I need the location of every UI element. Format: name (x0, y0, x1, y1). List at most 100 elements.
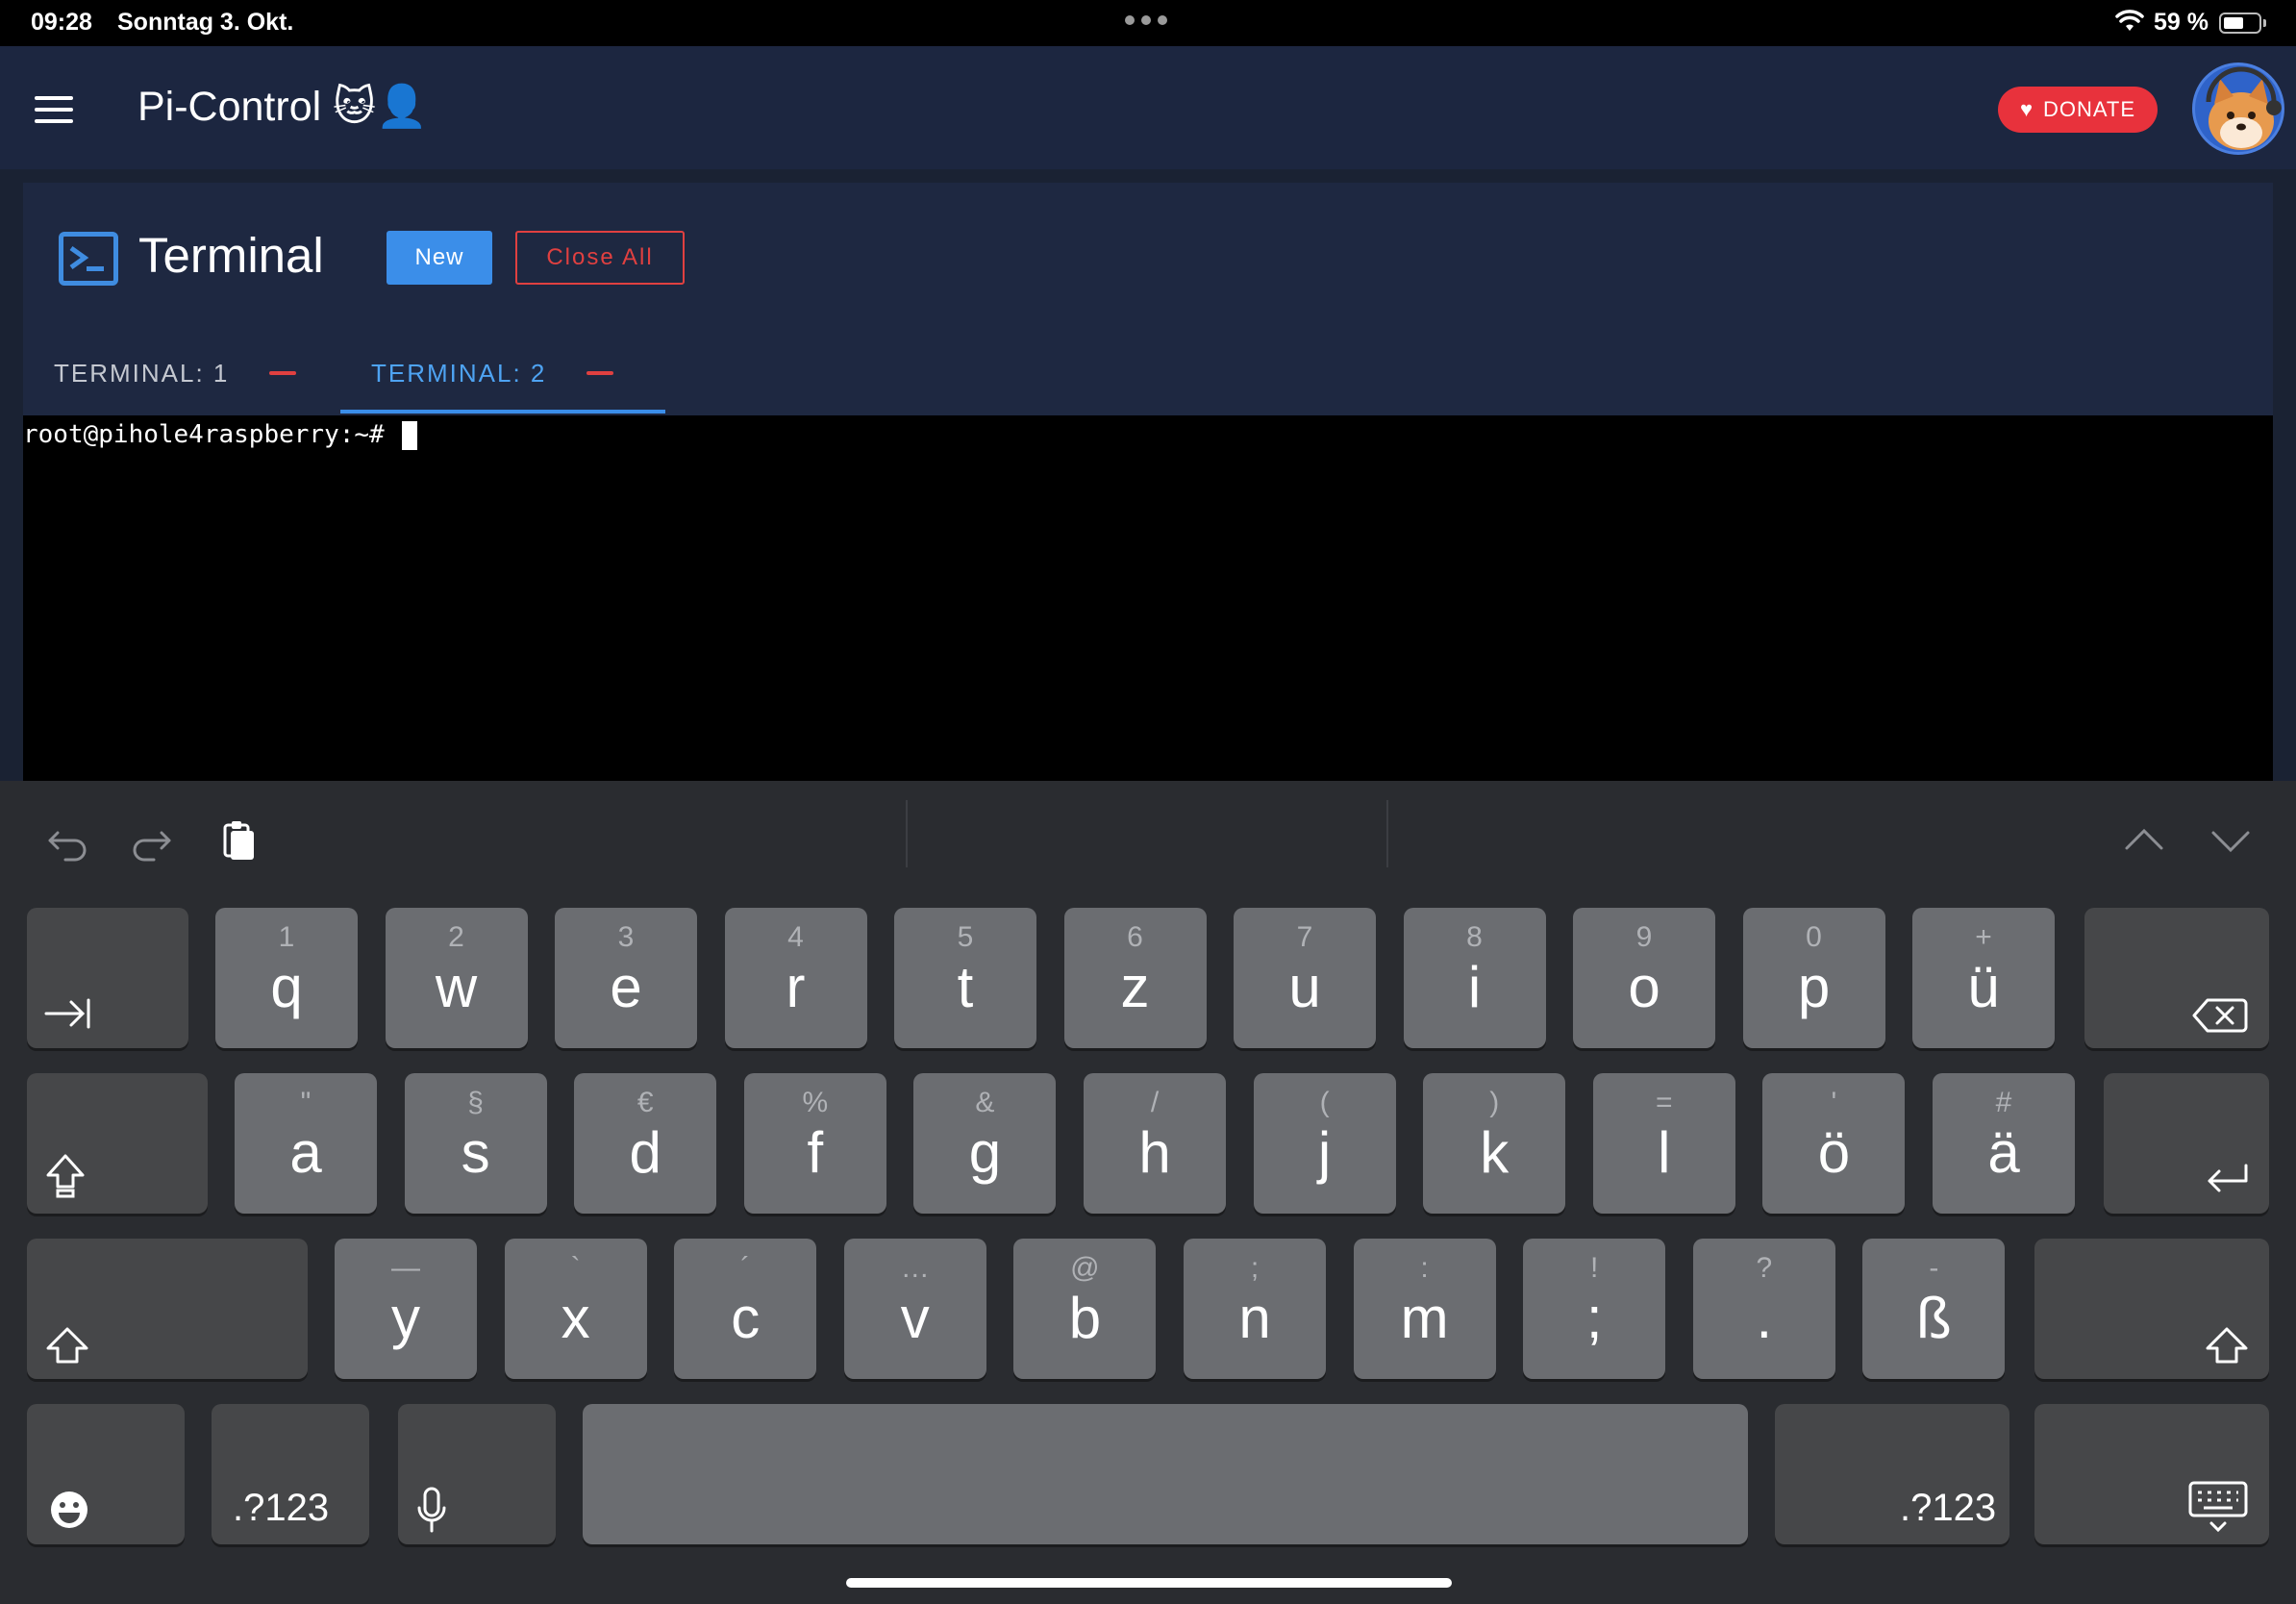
microphone-icon (417, 1487, 446, 1533)
status-time: 09:28 (31, 9, 92, 36)
multitasking-dots-icon[interactable] (1125, 15, 1167, 25)
key-row2-7[interactable]: ) k (1423, 1073, 1566, 1214)
key-secondary-label: 1 (278, 921, 295, 953)
key-row1-7[interactable]: 8i (1403, 908, 1546, 1048)
key-row3-7[interactable]: !; (1523, 1239, 1666, 1379)
key-row1-2[interactable]: 3e (555, 908, 697, 1048)
key-label: ö (1817, 1120, 1851, 1185)
numbers-key-left[interactable]: .?123 (212, 1404, 369, 1544)
key-row2-5[interactable]: / h (1084, 1073, 1226, 1214)
new-terminal-button[interactable]: New (387, 231, 492, 285)
key-label: ü (1967, 955, 2000, 1019)
key-row3-6[interactable]: :m (1353, 1239, 1496, 1379)
numbers-key-right[interactable]: .?123 (1775, 1404, 2009, 1544)
keyboard-dismiss-icon (2188, 1481, 2248, 1533)
key-row3-9[interactable]: -ß (1862, 1239, 2006, 1379)
paste-icon[interactable] (215, 817, 262, 864)
tab-label: TERMINAL: 2 (371, 358, 547, 388)
space-key[interactable] (583, 1404, 1748, 1544)
key-secondary-label: @ (1070, 1252, 1100, 1284)
key-row2-8[interactable]: = l (1592, 1073, 1735, 1214)
key-row2-6[interactable]: (j (1253, 1073, 1396, 1214)
on-screen-keyboard: 1 q 2 w 3 e 4 r 5 t 6 z 7 u 8 i 9 o 0 p + ü " a § s € d% f & g / h(j) k =… (0, 781, 2296, 1604)
key-label: l (1658, 1120, 1671, 1185)
key-row3-8[interactable]: ?. (1692, 1239, 1835, 1379)
numbers-label: .?123 (233, 1487, 330, 1529)
key-label: ß (1916, 1286, 1952, 1350)
shiba-avatar-icon (2206, 66, 2282, 150)
key-row3-0[interactable]: — y (335, 1239, 477, 1379)
key-row1-0[interactable]: 1q (215, 908, 358, 1048)
hamburger-menu-icon[interactable] (35, 96, 73, 123)
donate-button[interactable]: ♥ DONATE (1998, 87, 2158, 133)
redo-icon[interactable] (129, 817, 175, 864)
terminal-prompt: root@pihole4raspberry:~# (23, 420, 385, 449)
key-row1-10[interactable]: + ü (1912, 908, 2055, 1048)
tab-key[interactable] (27, 908, 188, 1048)
avatar[interactable] (2192, 63, 2284, 155)
chevron-down-icon[interactable] (2208, 817, 2254, 864)
caps-lock-key[interactable] (27, 1073, 208, 1214)
key-row1-9[interactable]: 0p (1742, 908, 1885, 1048)
key-secondary-label: - (1929, 1252, 1939, 1284)
terminal-output[interactable]: root@pihole4raspberry:~# (23, 415, 2273, 781)
dictation-key[interactable] (398, 1404, 556, 1544)
key-row3-3[interactable]: … v (843, 1239, 986, 1379)
donate-label: DONATE (2043, 97, 2136, 121)
key-row2-2[interactable]: € d (574, 1073, 717, 1214)
key-secondary-label: 5 (957, 921, 974, 953)
tab-terminal-2[interactable]: TERMINAL: 2 (371, 346, 614, 400)
shift-key-right[interactable] (2034, 1239, 2269, 1379)
key-secondary-label: ; (1250, 1252, 1260, 1284)
chevron-up-icon[interactable] (2121, 817, 2167, 864)
key-row2-3[interactable]: % f (743, 1073, 886, 1214)
key-secondary-label: + (1975, 921, 1992, 953)
key-row2-9[interactable]: ' ö (1762, 1073, 1906, 1214)
key-row1-4[interactable]: 5t (894, 908, 1036, 1048)
key-label: x (561, 1286, 590, 1350)
key-label: i (1467, 955, 1482, 1019)
key-secondary-label: 4 (787, 921, 804, 953)
key-row1-5[interactable]: 6z (1063, 908, 1207, 1048)
key-label: ä (1987, 1120, 2020, 1185)
key-label: r (786, 955, 806, 1019)
key-row1-6[interactable]: 7u (1234, 908, 1376, 1048)
key-secondary-label: ( (1319, 1087, 1330, 1118)
key-secondary-label: " (300, 1087, 312, 1118)
close-all-button[interactable]: Close All (515, 231, 685, 285)
key-row2-4[interactable]: & g (913, 1073, 1057, 1214)
return-key[interactable] (2104, 1073, 2269, 1214)
emoji-key[interactable] (27, 1404, 185, 1544)
key-row2-0[interactable]: " a (235, 1073, 377, 1214)
key-secondary-label: 7 (1296, 921, 1313, 953)
home-indicator[interactable] (846, 1578, 1452, 1588)
key-label: e (610, 955, 642, 1019)
key-row3-4[interactable]: @ b (1013, 1239, 1157, 1379)
key-secondary-label: § (467, 1087, 484, 1118)
key-row1-8[interactable]: 9o (1573, 908, 1715, 1048)
key-secondary-label: / (1150, 1087, 1160, 1118)
dismiss-keyboard-key[interactable] (2034, 1404, 2269, 1544)
shift-key-left[interactable] (27, 1239, 308, 1379)
terminal-line: root@pihole4raspberry:~# (23, 415, 417, 454)
key-label: o (1628, 955, 1660, 1019)
key-row1-3[interactable]: 4r (724, 908, 867, 1048)
key-secondary-label: ` (570, 1252, 581, 1284)
key-secondary-label: % (802, 1087, 829, 1118)
close-tab-icon[interactable] (586, 371, 614, 375)
undo-icon[interactable] (44, 817, 90, 864)
key-label: h (1138, 1120, 1171, 1185)
key-secondary-label: ! (1590, 1252, 1599, 1284)
close-tab-icon[interactable] (269, 371, 297, 375)
key-row3-5[interactable]: ; n (1184, 1239, 1326, 1379)
key-row2-10[interactable]: # ä (1933, 1073, 2075, 1214)
key-row3-1[interactable]: ` x (504, 1239, 647, 1379)
key-row2-1[interactable]: § s (404, 1073, 547, 1214)
numbers-label: .?123 (1900, 1487, 1997, 1529)
key-row1-1[interactable]: 2w (385, 908, 528, 1048)
tab-terminal-1[interactable]: TERMINAL: 1 (54, 346, 297, 400)
app-bar: Pi-Control 🐱👤 ♥ DONATE (0, 46, 2296, 169)
key-row3-2[interactable]: ´ c (674, 1239, 817, 1379)
key-label: q (270, 955, 303, 1019)
delete-key[interactable] (2084, 908, 2269, 1048)
